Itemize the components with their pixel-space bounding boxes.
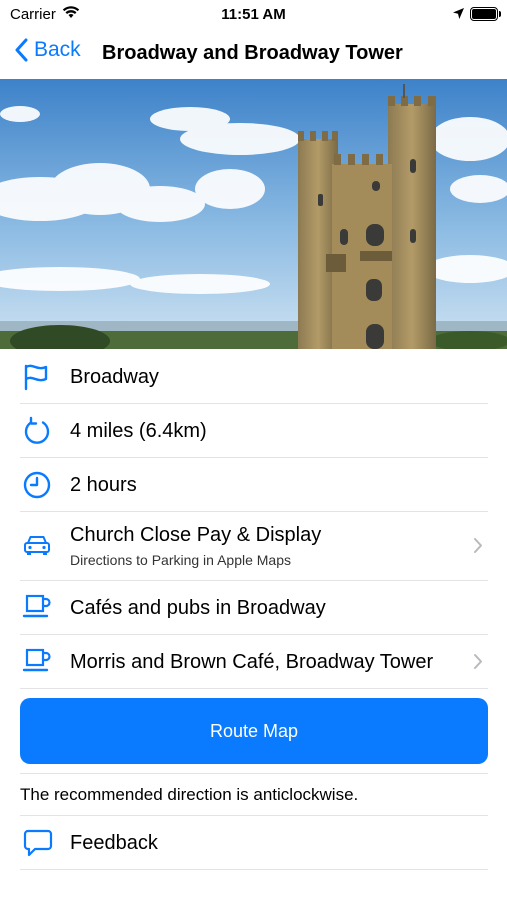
separator bbox=[20, 773, 488, 774]
start-location-label: Broadway bbox=[70, 366, 159, 388]
battery-icon bbox=[470, 7, 501, 21]
clock-icon bbox=[22, 470, 52, 505]
back-label: Back bbox=[34, 38, 81, 61]
duration-label: 2 hours bbox=[70, 474, 137, 496]
tower-cafe-row[interactable]: Morris and Brown Café, Broadway Tower bbox=[0, 635, 507, 688]
separator bbox=[20, 869, 488, 870]
cup-icon bbox=[22, 593, 52, 626]
detail-row-duration: 2 hours bbox=[0, 458, 507, 511]
parking-row[interactable]: Church Close Pay & Display Directions to… bbox=[0, 512, 507, 580]
car-icon bbox=[22, 532, 52, 563]
direction-note: The recommended direction is anticlockwi… bbox=[20, 785, 359, 804]
detail-row-distance: 4 miles (6.4km) bbox=[0, 404, 507, 457]
cafes-row: Cafés and pubs in Broadway bbox=[0, 581, 507, 634]
distance-label: 4 miles (6.4km) bbox=[70, 420, 207, 442]
route-map-label: Route Map bbox=[209, 720, 299, 741]
navigation-bar: Back Broadway and Broadway Tower bbox=[0, 30, 507, 78]
chevron-left-icon bbox=[15, 38, 28, 62]
location-arrow-icon bbox=[452, 7, 465, 25]
speech-bubble-icon bbox=[22, 828, 54, 863]
feedback-label: Feedback bbox=[70, 832, 158, 854]
tower-cafe-label: Morris and Brown Café, Broadway Tower bbox=[70, 651, 434, 673]
cup-icon bbox=[22, 647, 52, 680]
circular-arrow-icon bbox=[22, 416, 52, 451]
parking-directions-label: Directions to Parking in Apple Maps bbox=[70, 552, 291, 568]
status-bar: Carrier 11:51 AM bbox=[0, 0, 507, 30]
tower-photo bbox=[0, 79, 507, 349]
parking-label: Church Close Pay & Display bbox=[70, 524, 322, 546]
detail-row-start: Broadway bbox=[0, 350, 507, 403]
feedback-row[interactable]: Feedback bbox=[0, 816, 507, 869]
clock-time: 11:51 AM bbox=[221, 6, 286, 23]
separator bbox=[20, 688, 488, 689]
page-title: Broadway and Broadway Tower bbox=[102, 42, 403, 64]
chevron-right-icon bbox=[473, 653, 483, 675]
back-button[interactable]: Back bbox=[14, 38, 81, 62]
cafes-label: Cafés and pubs in Broadway bbox=[70, 597, 326, 619]
route-map-button[interactable]: Route Map bbox=[20, 698, 488, 764]
chevron-right-icon bbox=[473, 537, 483, 559]
flag-icon bbox=[22, 363, 50, 396]
